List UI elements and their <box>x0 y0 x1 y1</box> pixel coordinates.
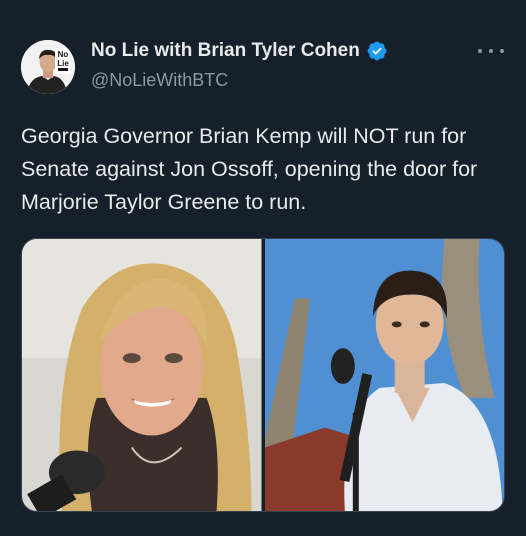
author-display-name[interactable]: No Lie with Brian Tyler Cohen <box>91 40 360 62</box>
verified-badge-icon[interactable] <box>366 40 388 62</box>
author-avatar[interactable]: No Lie <box>21 40 75 94</box>
no-lie-avatar-icon: No Lie <box>21 40 75 94</box>
avatar-logo-line2: Lie <box>57 59 69 68</box>
more-dot <box>478 49 482 53</box>
avatar-logo-line1: No <box>58 50 69 59</box>
woman-speaking-photo[interactable] <box>22 239 262 511</box>
tweet-media[interactable] <box>21 238 505 512</box>
man-at-microphone-photo[interactable] <box>264 239 504 511</box>
tweet-card: No Lie No Lie with Brian Tyler Cohen @No… <box>0 0 526 536</box>
author-handle[interactable]: @NoLieWithBTC <box>91 70 228 91</box>
more-dot <box>489 49 493 53</box>
more-dot <box>500 49 504 53</box>
tweet-text: Georgia Governor Brian Kemp will NOT run… <box>21 124 478 214</box>
more-options-icon[interactable] <box>478 42 504 60</box>
author-name-row: No Lie with Brian Tyler Cohen <box>91 40 388 62</box>
